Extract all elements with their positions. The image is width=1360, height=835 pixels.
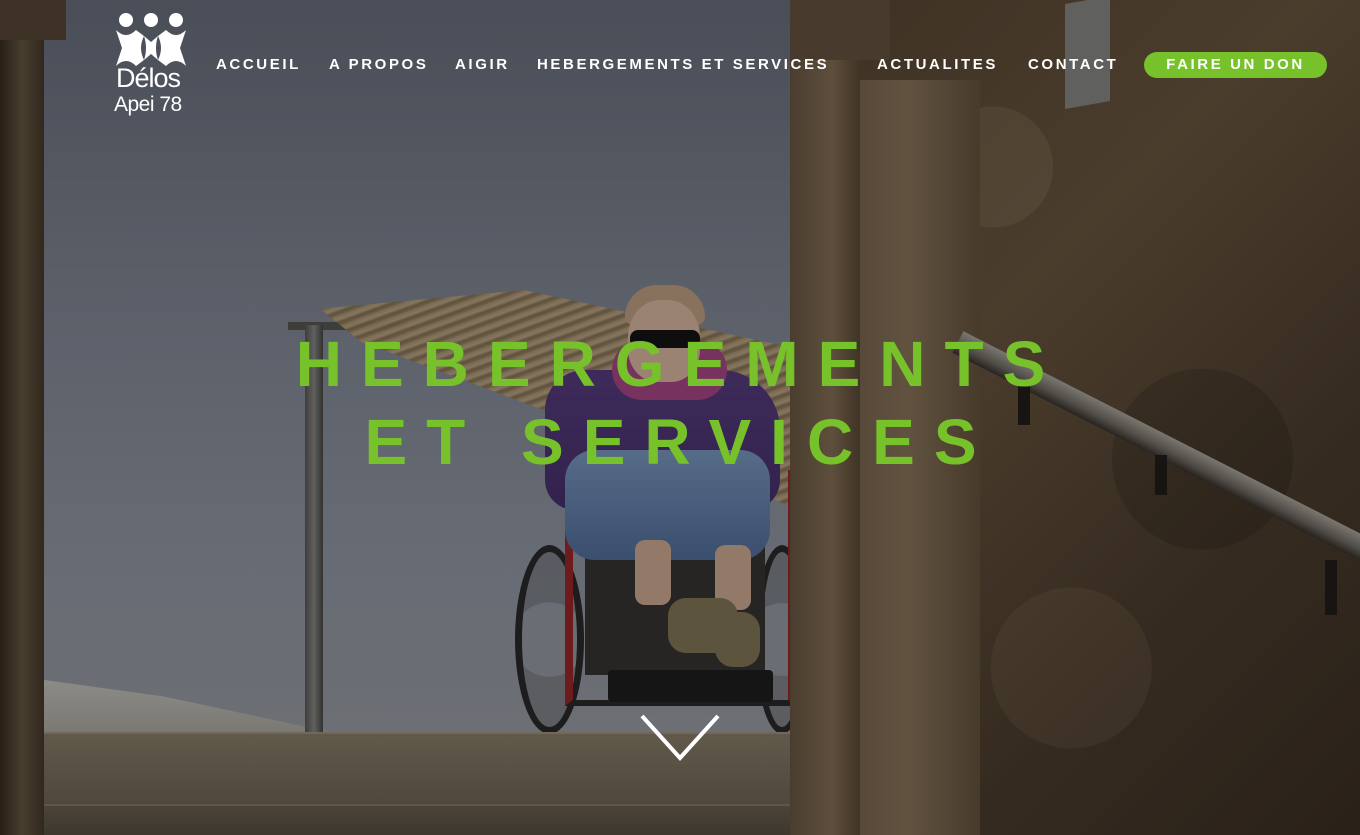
logo-name: Délos xyxy=(116,63,181,93)
chevron-down-icon-svg xyxy=(640,714,720,761)
chevron-down-icon[interactable] xyxy=(640,712,720,762)
logo-people-icon xyxy=(116,13,186,66)
nav-item-a-propos[interactable]: A PROPOS xyxy=(329,56,428,74)
nav-item-contact[interactable]: CONTACT xyxy=(1028,56,1118,74)
site-logo[interactable]: Délos Apei 78 xyxy=(112,12,192,122)
nav-item-hebergements-et-services[interactable]: HEBERGEMENTS ET SERVICES xyxy=(537,56,829,74)
page-title: HEBERGEMENTS ET SERVICES xyxy=(0,325,1360,481)
nav-item-aigir[interactable]: AIGIR xyxy=(455,56,510,74)
logo-subtitle: Apei 78 xyxy=(114,93,182,116)
nav-item-accueil[interactable]: ACCUEIL xyxy=(216,56,301,74)
page-title-line-2: ET SERVICES xyxy=(364,405,996,478)
site-header: Délos Apei 78 ACCUEIL A PROPOS AIGIR HEB… xyxy=(0,0,1360,130)
page-title-line-1: HEBERGEMENTS xyxy=(295,327,1065,400)
donate-button[interactable]: FAIRE UN DON xyxy=(1144,52,1327,78)
nav-item-actualites[interactable]: ACTUALITES xyxy=(877,56,998,74)
